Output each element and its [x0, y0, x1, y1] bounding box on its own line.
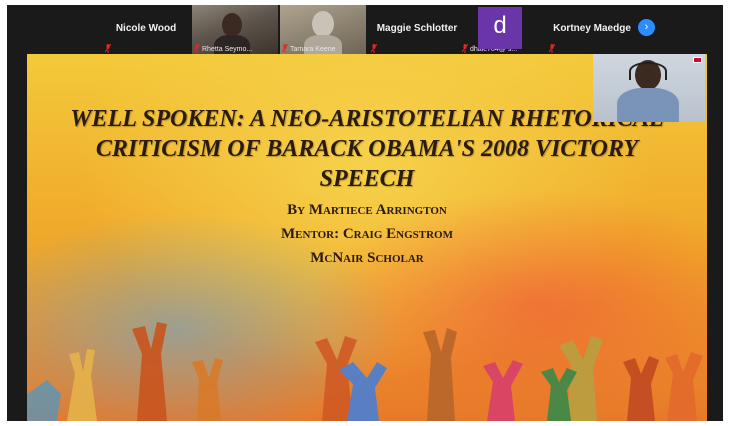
participant-face [222, 13, 242, 37]
participant-strip: Nicole Wood Rhetta Seymo... Tamara Keene… [7, 5, 723, 54]
participant-name: Maggie Schlotter [376, 23, 458, 34]
participant-caption: Tamara Keene [290, 46, 336, 53]
muted-mic-icon [462, 44, 468, 53]
slide-mentor: Mentor: Craig Engstrom [281, 226, 453, 242]
avatar: d [478, 7, 522, 49]
muted-mic-icon [549, 44, 555, 53]
participant-face [312, 11, 334, 37]
participant-name: Nicole Wood [115, 23, 177, 34]
zoom-window: Nicole Wood Rhetta Seymo... Tamara Keene… [7, 5, 723, 421]
slide-author: By Martiece Arrington [287, 202, 447, 218]
participant-video-tamara[interactable]: Tamara Keene [280, 5, 366, 54]
participant-caption: Rhetta Seymo... [202, 46, 253, 53]
participant-name: Kortney Maedge [553, 23, 631, 34]
participant-video-rhetta[interactable]: Rhetta Seymo... [192, 5, 278, 54]
muted-mic-icon [105, 44, 111, 53]
participant-tile-kortney-maedge[interactable]: Kortney Maedge [547, 5, 637, 54]
raised-hands-image [27, 322, 703, 421]
speaker-body [617, 88, 679, 122]
chevron-right-icon: › [644, 21, 649, 33]
slide-title-line: CRITICISM OF BARACK OBAMA'S 2008 VICTORY [95, 136, 639, 162]
active-speaker-video[interactable] [593, 54, 705, 122]
muted-mic-icon [194, 44, 200, 53]
headset-icon [629, 62, 667, 80]
slide-title-line: WELL SPOKEN: A NEO-ARISTOTELIAN RHETORIC… [70, 106, 664, 132]
participant-tile-maggie-schlotter[interactable]: Maggie Schlotter [369, 5, 465, 54]
muted-mic-icon [371, 44, 377, 53]
participant-tile-nicole-wood[interactable]: Nicole Wood [103, 5, 189, 54]
next-page-button[interactable]: › [638, 19, 655, 36]
flag-icon [693, 57, 702, 63]
slide-title-line: SPEECH [319, 166, 415, 192]
muted-mic-icon [282, 44, 288, 53]
